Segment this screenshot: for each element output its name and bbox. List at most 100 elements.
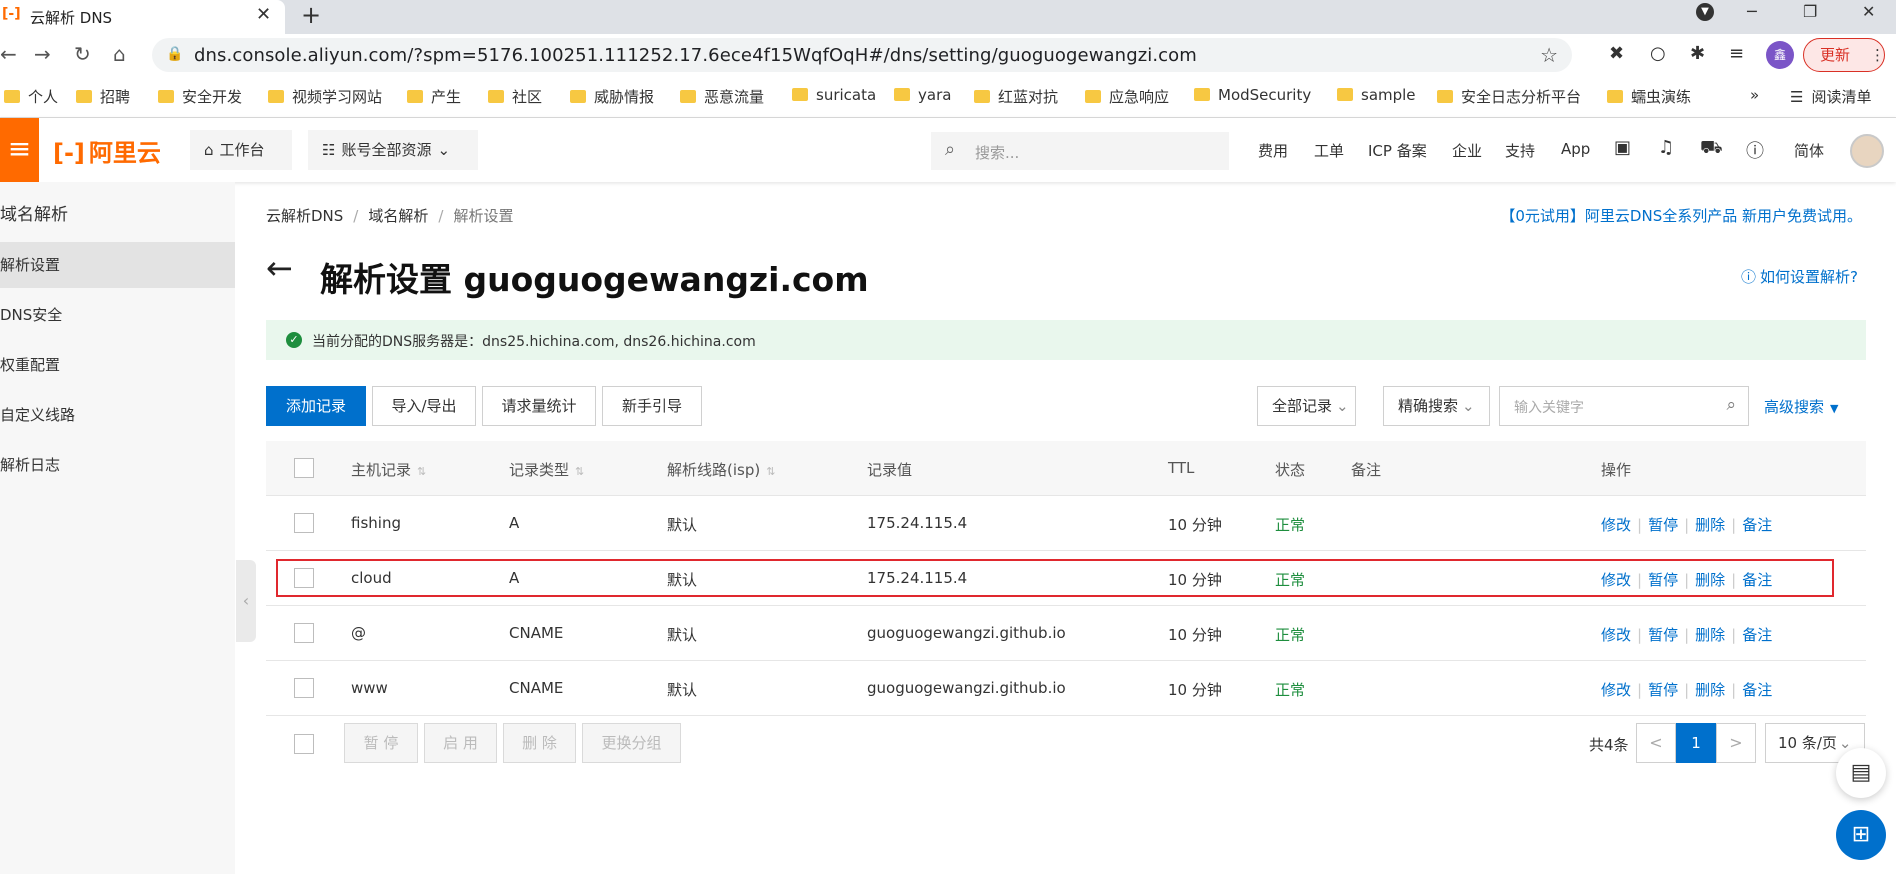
select-all-checkbox[interactable] — [294, 458, 314, 478]
reading-list[interactable]: ☰ 阅读清单 — [1790, 86, 1871, 108]
back-arrow-icon[interactable]: ← — [266, 252, 293, 284]
delete-link[interactable]: 删除 — [1695, 516, 1725, 534]
sidebar-item-dns-security[interactable]: DNS安全 — [0, 292, 235, 338]
request-stats-button[interactable]: 请求量统计 — [482, 386, 596, 426]
bookmark-folder[interactable]: 安全日志分析平台 — [1437, 86, 1581, 108]
close-tab-icon[interactable]: ✕ — [256, 4, 271, 25]
bookmark-folder[interactable]: suricata — [792, 86, 876, 108]
new-tab-icon[interactable]: + — [301, 1, 321, 29]
bookmark-folder[interactable]: 应急响应 — [1085, 86, 1169, 108]
bookmark-folder[interactable]: 产生 — [407, 86, 461, 108]
workbench-button[interactable]: ⌂ 工作台 — [190, 130, 292, 170]
add-record-button[interactable]: 添加记录 — [266, 386, 366, 426]
pause-link[interactable]: 暂停 — [1648, 681, 1678, 699]
close-window-icon[interactable]: ✕ — [1862, 2, 1875, 21]
bookmark-folder[interactable]: 威胁情报 — [570, 86, 654, 108]
breadcrumb-item[interactable]: 云解析DNS — [266, 207, 343, 225]
update-button[interactable]: 更新 ⋮ — [1803, 38, 1885, 72]
beginner-guide-button[interactable]: 新手引导 — [602, 386, 702, 426]
profile-avatar[interactable]: 鑫 — [1766, 41, 1794, 69]
delete-link[interactable]: 删除 — [1695, 626, 1725, 644]
topbar-link-enterprise[interactable]: 企业 — [1452, 140, 1482, 161]
sidebar-item-custom-lines[interactable]: 自定义线路 — [0, 392, 235, 438]
sidebar-item-weight-config[interactable]: 权重配置 — [0, 342, 235, 388]
bulk-pause-button[interactable]: 暂 停 — [344, 723, 418, 763]
page-1-button[interactable]: 1 — [1676, 723, 1716, 763]
sidebar-collapse-handle[interactable]: ‹ — [236, 560, 256, 642]
bookmark-folder[interactable]: 视频学习网站 — [268, 86, 382, 108]
reload-icon[interactable]: ↻ — [74, 42, 91, 66]
sidebar-item-dns-settings[interactable]: 解析设置 — [0, 242, 235, 288]
restore-icon[interactable]: ❐ — [1803, 2, 1817, 21]
record-filter-select[interactable]: 全部记录 ⌄ — [1257, 386, 1356, 426]
more-bookmarks-icon[interactable]: » — [1750, 86, 1759, 108]
header-line[interactable]: 解析线路(isp) ⇅ — [667, 459, 775, 480]
console-search-input[interactable]: ⌕ 搜索... — [931, 132, 1229, 170]
delete-link[interactable]: 删除 — [1695, 681, 1725, 699]
pause-link[interactable]: 暂停 — [1648, 516, 1678, 534]
search-mode-select[interactable]: 精确搜索 ⌄ — [1383, 386, 1490, 426]
minimize-icon[interactable]: ─ — [1747, 2, 1757, 21]
remark-link[interactable]: 备注 — [1742, 516, 1772, 534]
remark-link[interactable]: 备注 — [1742, 681, 1772, 699]
bulk-delete-button[interactable]: 删 除 — [503, 723, 576, 763]
cart-icon[interactable]: ⛟ — [1700, 137, 1723, 161]
row-checkbox[interactable] — [294, 623, 314, 643]
how-to-resolve-link[interactable]: ⓘ 如何设置解析? — [1741, 266, 1858, 287]
pause-link[interactable]: 暂停 — [1648, 626, 1678, 644]
footer-select-all-checkbox[interactable] — [294, 734, 314, 754]
hamburger-menu-icon[interactable]: ≡ — [0, 118, 39, 182]
topbar-link-support[interactable]: 支持 — [1505, 140, 1535, 161]
browser-tab[interactable]: [-] 云解析 DNS ✕ — [0, 0, 285, 34]
remark-link[interactable]: 备注 — [1742, 626, 1772, 644]
more-menu-icon[interactable]: ⋮ — [1870, 39, 1885, 71]
bookmark-folder[interactable]: 招聘 — [76, 86, 130, 108]
advanced-search-link[interactable]: 高级搜索 ▼ — [1764, 396, 1838, 417]
breadcrumb-item[interactable]: 域名解析 — [368, 207, 428, 225]
user-avatar[interactable] — [1850, 134, 1884, 168]
sidebar-item-dns-log[interactable]: 解析日志 — [0, 442, 235, 488]
bookmark-folder[interactable]: 个人 — [4, 86, 58, 108]
prev-page-button[interactable]: < — [1636, 723, 1676, 763]
account-resources-dropdown[interactable]: ☷ 账号全部资源 ⌄ — [308, 130, 478, 170]
help-icon[interactable]: ⓘ — [1746, 137, 1764, 163]
feedback-chat-icon[interactable]: ▤ — [1836, 748, 1886, 798]
bookmark-folder[interactable]: 安全开发 — [158, 86, 242, 108]
bookmark-folder[interactable]: yara — [894, 86, 951, 108]
language-switch[interactable]: 简体 — [1794, 140, 1824, 161]
tab-search-icon[interactable]: ▼ — [1696, 3, 1714, 21]
forward-icon[interactable]: → — [34, 42, 51, 66]
url-field[interactable]: 🔒 dns.console.aliyun.com/?spm=5176.10025… — [152, 38, 1572, 72]
topbar-link-billing[interactable]: 费用 — [1258, 140, 1288, 161]
aliyun-logo[interactable]: [-] 阿里云 — [53, 133, 161, 168]
bookmark-folder[interactable]: sample — [1337, 86, 1416, 108]
edit-link[interactable]: 修改 — [1601, 626, 1631, 644]
extension-circle-icon[interactable]: ○ — [1650, 43, 1666, 64]
next-page-button[interactable]: > — [1716, 723, 1756, 763]
extension-x-icon[interactable]: ✖ — [1609, 43, 1624, 64]
bulk-change-group-button[interactable]: 更换分组 — [582, 723, 681, 763]
bookmark-folder[interactable]: 红蓝对抗 — [974, 86, 1058, 108]
topbar-link-icp[interactable]: ICP 备案 — [1368, 140, 1427, 161]
edit-link[interactable]: 修改 — [1601, 681, 1631, 699]
bookmark-star-icon[interactable]: ☆ — [1540, 43, 1558, 67]
row-checkbox[interactable] — [294, 678, 314, 698]
media-control-icon[interactable]: ≡ — [1729, 43, 1744, 64]
topbar-link-ticket[interactable]: 工单 — [1314, 140, 1344, 161]
extensions-puzzle-icon[interactable]: ✱ — [1690, 43, 1705, 64]
bulk-enable-button[interactable]: 启 用 — [424, 723, 497, 763]
bookmark-folder[interactable]: 社区 — [488, 86, 542, 108]
bookmark-folder[interactable]: 恶意流量 — [680, 86, 764, 108]
apps-grid-icon[interactable]: ⊞ — [1836, 810, 1886, 860]
search-icon[interactable]: ⌕ — [1726, 395, 1736, 415]
import-export-button[interactable]: 导入/导出 — [372, 386, 476, 426]
promo-link[interactable]: 【0元试用】阿里云DNS全系列产品 新用户免费试用。 — [1500, 205, 1862, 226]
terminal-icon[interactable]: ▣ — [1614, 137, 1631, 158]
header-type[interactable]: 记录类型 ⇅ — [509, 459, 584, 480]
keyword-search-input[interactable]: 输入关键字 ⌕ — [1499, 386, 1749, 426]
bell-icon[interactable]: ♫ — [1658, 137, 1674, 158]
topbar-link-app[interactable]: App — [1561, 140, 1590, 158]
bookmark-folder[interactable]: ModSecurity — [1194, 86, 1311, 108]
header-host[interactable]: 主机记录 ⇅ — [351, 459, 426, 480]
row-checkbox[interactable] — [294, 513, 314, 533]
